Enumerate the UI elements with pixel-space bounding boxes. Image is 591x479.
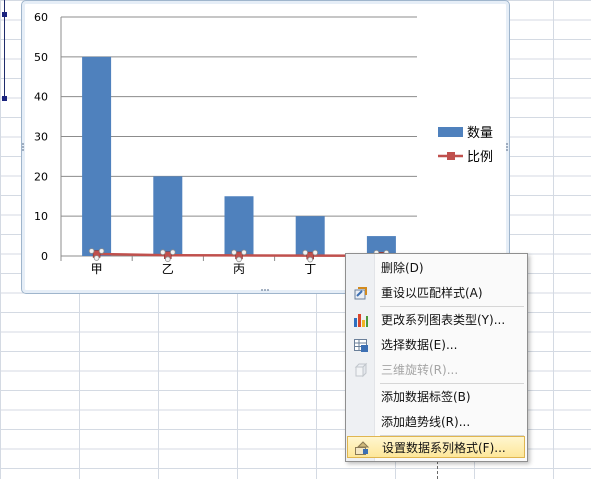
- menu-item-label: 三维旋转(R)...: [381, 363, 459, 377]
- menu-item-label: 更改系列图表类型(Y)...: [381, 313, 506, 327]
- legend-swatch-bar: [438, 127, 463, 137]
- menu-item-3d-rotation[interactable]: 三维旋转(R)...: [347, 359, 525, 381]
- selection-handle[interactable]: [312, 249, 319, 256]
- frame-resize-grip[interactable]: [264, 289, 266, 291]
- frame-resize-grip[interactable]: [506, 143, 508, 145]
- selection-handle[interactable]: [165, 256, 171, 263]
- x-tick-label: 丙: [233, 262, 245, 276]
- 3d-rotation-icon: [354, 362, 368, 378]
- selection-handle[interactable]: [231, 249, 237, 256]
- x-tick-label: 乙: [162, 262, 174, 276]
- selection-handle[interactable]: [241, 249, 247, 256]
- frame-resize-grip[interactable]: [22, 149, 24, 151]
- format-series-icon: [355, 441, 370, 455]
- menu-item-select-data[interactable]: 选择数据(E)...: [347, 334, 525, 356]
- menu-item-delete[interactable]: 删除(D): [347, 257, 525, 279]
- y-tick-label: 10: [34, 210, 48, 223]
- bar[interactable]: [153, 176, 183, 256]
- frame-resize-grip[interactable]: [506, 146, 508, 148]
- bar[interactable]: [295, 216, 325, 256]
- menu-item-add-data-labels[interactable]: 添加数据标签(B): [347, 386, 525, 408]
- menu-item-label: 设置数据系列格式(F)...: [382, 441, 506, 455]
- legend-marker: [447, 152, 455, 160]
- frame-resize-grip[interactable]: [22, 146, 24, 148]
- y-tick-label: 60: [34, 11, 48, 24]
- y-tick-label: 0: [41, 250, 48, 263]
- y-tick-label: 40: [34, 91, 48, 104]
- selection-handle[interactable]: [302, 249, 309, 256]
- menu-item-label: 选择数据(E)...: [381, 338, 458, 352]
- selection-handle[interactable]: [236, 256, 242, 263]
- frame-resize-grip[interactable]: [506, 149, 508, 151]
- legend-label: 数量: [467, 126, 493, 141]
- selection-handle[interactable]: [307, 256, 314, 263]
- resize-handle[interactable]: [2, 12, 7, 17]
- bar[interactable]: [224, 196, 254, 256]
- bar[interactable]: [82, 56, 112, 257]
- menu-item-label: 添加趋势线(R)...: [381, 415, 471, 429]
- menu-item-label: 删除(D): [381, 261, 424, 275]
- resize-handle[interactable]: [2, 96, 7, 101]
- chart-type-icon: [354, 314, 368, 327]
- reset-style-icon: [354, 287, 367, 300]
- menu-separator: [380, 306, 524, 307]
- y-tick-label: 50: [34, 51, 48, 64]
- frame-resize-grip[interactable]: [261, 289, 263, 291]
- selection-handle[interactable]: [160, 249, 166, 256]
- chart-canvas[interactable]: 0 10 20 30 40 50 60 甲 乙 丙 丁 数量比例: [22, 1, 509, 293]
- menu-item-change-chart-type[interactable]: 更改系列图表类型(Y)...: [347, 309, 525, 331]
- selection-handle[interactable]: [88, 248, 95, 254]
- context-menu[interactable]: 删除(D) 重设以匹配样式(A) 更改系列图表类型(Y)... 选择数据(E).…: [345, 253, 528, 462]
- y-tick-label: 20: [34, 170, 48, 183]
- x-tick-label: 甲: [91, 262, 103, 276]
- frame-resize-grip[interactable]: [267, 289, 269, 291]
- y-tick-label: 30: [34, 131, 48, 144]
- select-data-icon: [354, 339, 368, 352]
- x-tick-label: 丁: [304, 262, 316, 276]
- menu-item-add-trendline[interactable]: 添加趋势线(R)...: [347, 411, 525, 433]
- selection-handle[interactable]: [98, 248, 105, 254]
- frame-resize-grip[interactable]: [22, 143, 24, 145]
- selection-handle[interactable]: [93, 255, 100, 261]
- menu-separator: [380, 383, 524, 384]
- legend-label: 比例: [467, 150, 493, 165]
- chart-area[interactable]: 0 10 20 30 40 50 60 甲 乙 丙 丁 数量比例: [21, 0, 510, 294]
- menu-item-label: 添加数据标签(B): [381, 390, 471, 404]
- selection-handle[interactable]: [170, 249, 176, 256]
- menu-item-format-data-series[interactable]: 设置数据系列格式(F)...: [347, 436, 525, 458]
- menu-item-reset-style[interactable]: 重设以匹配样式(A): [347, 282, 525, 304]
- menu-item-label: 重设以匹配样式(A): [381, 286, 483, 300]
